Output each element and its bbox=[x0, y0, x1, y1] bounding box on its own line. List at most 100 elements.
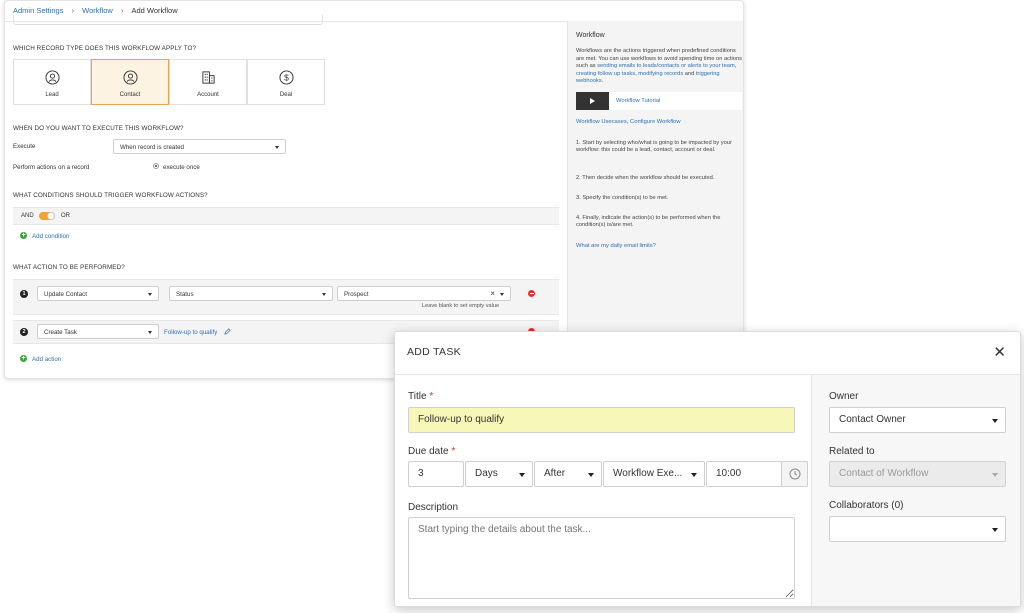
svg-text:$: $ bbox=[284, 72, 289, 82]
lead-icon bbox=[44, 70, 60, 85]
record-type-lead[interactable]: Lead bbox=[13, 59, 91, 105]
due-relation-value: After bbox=[544, 468, 566, 479]
required-marker: * bbox=[451, 446, 456, 457]
execute-once-radio[interactable] bbox=[153, 163, 159, 169]
owner-select[interactable]: Contact Owner bbox=[829, 407, 1006, 433]
collaborators-select[interactable] bbox=[829, 516, 1006, 542]
email-limits-link[interactable]: What are my daily email limits? bbox=[576, 243, 656, 249]
required-marker: * bbox=[429, 391, 434, 402]
description-label: Description bbox=[408, 502, 459, 513]
record-type-account[interactable]: Account bbox=[169, 59, 247, 105]
modal-right-panel: Owner Contact Owner Related to Contact o… bbox=[811, 375, 1020, 606]
chevron-down-icon bbox=[588, 473, 594, 477]
pencil-icon[interactable] bbox=[224, 328, 231, 335]
action-number-2: 2 bbox=[20, 328, 28, 336]
help-intro: Workflows are the actions triggered when… bbox=[576, 48, 742, 86]
record-type-lead-label: Lead bbox=[45, 92, 59, 98]
action-type-select-1[interactable]: Update Contact bbox=[37, 286, 159, 301]
owner-label: Owner bbox=[829, 391, 859, 402]
due-date-label: Due date * bbox=[408, 446, 455, 457]
owner-value: Contact Owner bbox=[839, 414, 906, 425]
related-to-value: Contact of Workflow bbox=[839, 468, 929, 479]
action-field-value-1: Status bbox=[176, 291, 194, 298]
action-number-1: 1 bbox=[20, 290, 28, 298]
video-thumbnail[interactable] bbox=[576, 92, 609, 110]
record-type-deal[interactable]: $ Deal bbox=[247, 59, 325, 105]
and-or-toggle[interactable] bbox=[39, 212, 55, 220]
help-panel: Workflow Workflows are the actions trigg… bbox=[567, 21, 743, 331]
chevron-down-icon bbox=[322, 293, 326, 296]
time-picker-button[interactable] bbox=[781, 461, 808, 487]
chevron-down-icon bbox=[992, 473, 998, 477]
task-title-input[interactable]: Follow-up to qualify bbox=[408, 407, 795, 433]
help-step-3: 3. Specify the condition(s) to be met. bbox=[576, 195, 669, 201]
chevron-right-icon: › bbox=[71, 6, 75, 15]
chevron-down-icon bbox=[148, 293, 152, 296]
help-intro-sep: and bbox=[683, 70, 696, 77]
help-intro-end: . bbox=[601, 78, 604, 85]
action-value-value-1: Prospect bbox=[344, 291, 369, 298]
action-field-select-1[interactable]: Status bbox=[169, 286, 333, 301]
description-textarea[interactable] bbox=[408, 517, 795, 599]
action-value-select-1[interactable]: Prospect × bbox=[337, 286, 511, 301]
close-icon[interactable]: ✕ bbox=[993, 343, 1006, 361]
due-reference-value: Workflow Exe... bbox=[613, 468, 683, 479]
due-time-input[interactable]: 10:00 bbox=[706, 461, 782, 487]
execute-select[interactable]: When record is created bbox=[113, 139, 286, 154]
add-task-modal: ADD TASK ✕ Title * Follow-up to qualify … bbox=[394, 331, 1021, 607]
related-to-select: Contact of Workflow bbox=[829, 461, 1006, 487]
help-link-sending-emails[interactable]: sending emails to leads/contacts or aler… bbox=[597, 63, 735, 69]
modal-header: ADD TASK ✕ bbox=[395, 332, 1020, 375]
chevron-down-icon bbox=[691, 473, 697, 477]
related-to-label: Related to bbox=[829, 446, 875, 457]
help-intro-sep: , bbox=[734, 63, 737, 70]
due-reference-select[interactable]: Workflow Exe... bbox=[603, 461, 705, 487]
add-condition-icon[interactable]: + bbox=[20, 232, 27, 239]
record-type-contact[interactable]: Contact bbox=[91, 59, 169, 105]
contact-icon bbox=[122, 70, 138, 85]
chevron-right-icon: › bbox=[120, 6, 124, 15]
clock-icon bbox=[789, 468, 801, 480]
workflow-tutorial-link[interactable]: Workflow Tutorial bbox=[616, 98, 660, 104]
configure-workflow-link[interactable]: Configure Workflow bbox=[630, 119, 680, 125]
execute-once-label: execute once bbox=[163, 164, 200, 171]
chevron-down-icon bbox=[992, 528, 998, 532]
task-link[interactable]: Follow-up to qualify bbox=[164, 329, 217, 336]
action-type-value-2: Create Task bbox=[44, 329, 77, 336]
breadcrumb: Admin Settings › Workflow › Add Workflow bbox=[13, 6, 178, 15]
workflow-usecases-link[interactable]: Workflow Usecases bbox=[576, 119, 627, 125]
due-amount-input[interactable]: 3 bbox=[408, 461, 464, 487]
title-label-text: Title bbox=[408, 391, 427, 402]
title-label: Title * bbox=[408, 391, 433, 402]
add-action-icon[interactable]: + bbox=[20, 355, 27, 362]
due-relation-select[interactable]: After bbox=[534, 461, 602, 487]
help-link-modifying-records[interactable]: modifying records bbox=[638, 71, 683, 77]
remove-action-icon-1[interactable] bbox=[528, 290, 535, 297]
chevron-down-icon bbox=[148, 331, 152, 334]
condition-operator-bar bbox=[13, 207, 559, 225]
action-type-select-2[interactable]: Create Task bbox=[37, 324, 159, 339]
clear-icon[interactable]: × bbox=[490, 289, 495, 298]
breadcrumb-workflow[interactable]: Workflow bbox=[82, 6, 113, 15]
blank-value-hint: Leave blank to set empty value bbox=[422, 303, 500, 309]
due-date-label-text: Due date bbox=[408, 446, 449, 457]
record-type-contact-label: Contact bbox=[119, 92, 141, 98]
workflow-window: Admin Settings › Workflow › Add Workflow… bbox=[4, 0, 744, 379]
workflow-tutorial-video[interactable]: Workflow Tutorial bbox=[576, 92, 742, 110]
due-unit-value: Days bbox=[475, 468, 498, 479]
and-label: AND bbox=[21, 213, 34, 219]
add-action-link[interactable]: Add action bbox=[32, 356, 61, 363]
perform-label: Perform actions on a record bbox=[13, 164, 90, 171]
help-title: Workflow bbox=[576, 32, 605, 39]
due-unit-select[interactable]: Days bbox=[465, 461, 533, 487]
record-type-deal-label: Deal bbox=[279, 92, 293, 98]
execute-select-value: When record is created bbox=[120, 144, 184, 151]
top-select-stub bbox=[13, 15, 323, 25]
breadcrumb-admin-settings[interactable]: Admin Settings bbox=[13, 6, 63, 15]
add-condition-link[interactable]: Add condition bbox=[32, 233, 70, 240]
dollar-icon: $ bbox=[278, 70, 294, 85]
help-step-4: 4. Finally, indicate the action(s) to be… bbox=[576, 215, 721, 229]
modal-title: ADD TASK bbox=[407, 346, 461, 358]
chevron-down-icon bbox=[500, 293, 504, 296]
help-link-follow-up-tasks[interactable]: creating follow up tasks bbox=[576, 71, 635, 77]
